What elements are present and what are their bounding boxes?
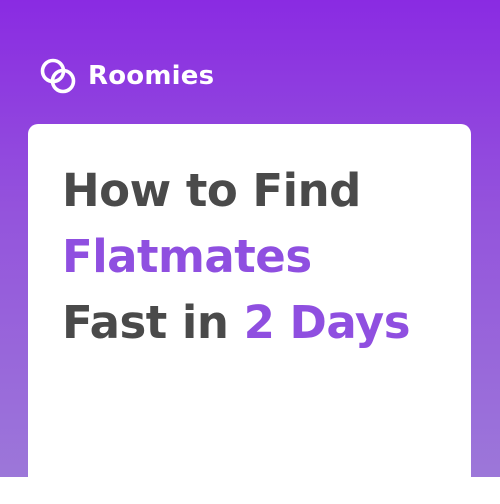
brand-name: Roomies bbox=[88, 61, 215, 91]
headline-line-3-accent: 2 Days bbox=[243, 296, 411, 349]
interlocking-rings-icon bbox=[40, 58, 76, 94]
headline-card: How to Find Flatmates Fast in 2 Days bbox=[28, 124, 471, 504]
headline-line-3-prefix: Fast in bbox=[62, 296, 244, 349]
headline: How to Find Flatmates Fast in 2 Days bbox=[62, 158, 462, 356]
headline-line-2: Flatmates bbox=[62, 230, 312, 283]
headline-line-3: Fast in 2 Days bbox=[62, 290, 462, 356]
headline-line-1: How to Find bbox=[62, 164, 361, 217]
brand-header: Roomies bbox=[38, 56, 214, 96]
